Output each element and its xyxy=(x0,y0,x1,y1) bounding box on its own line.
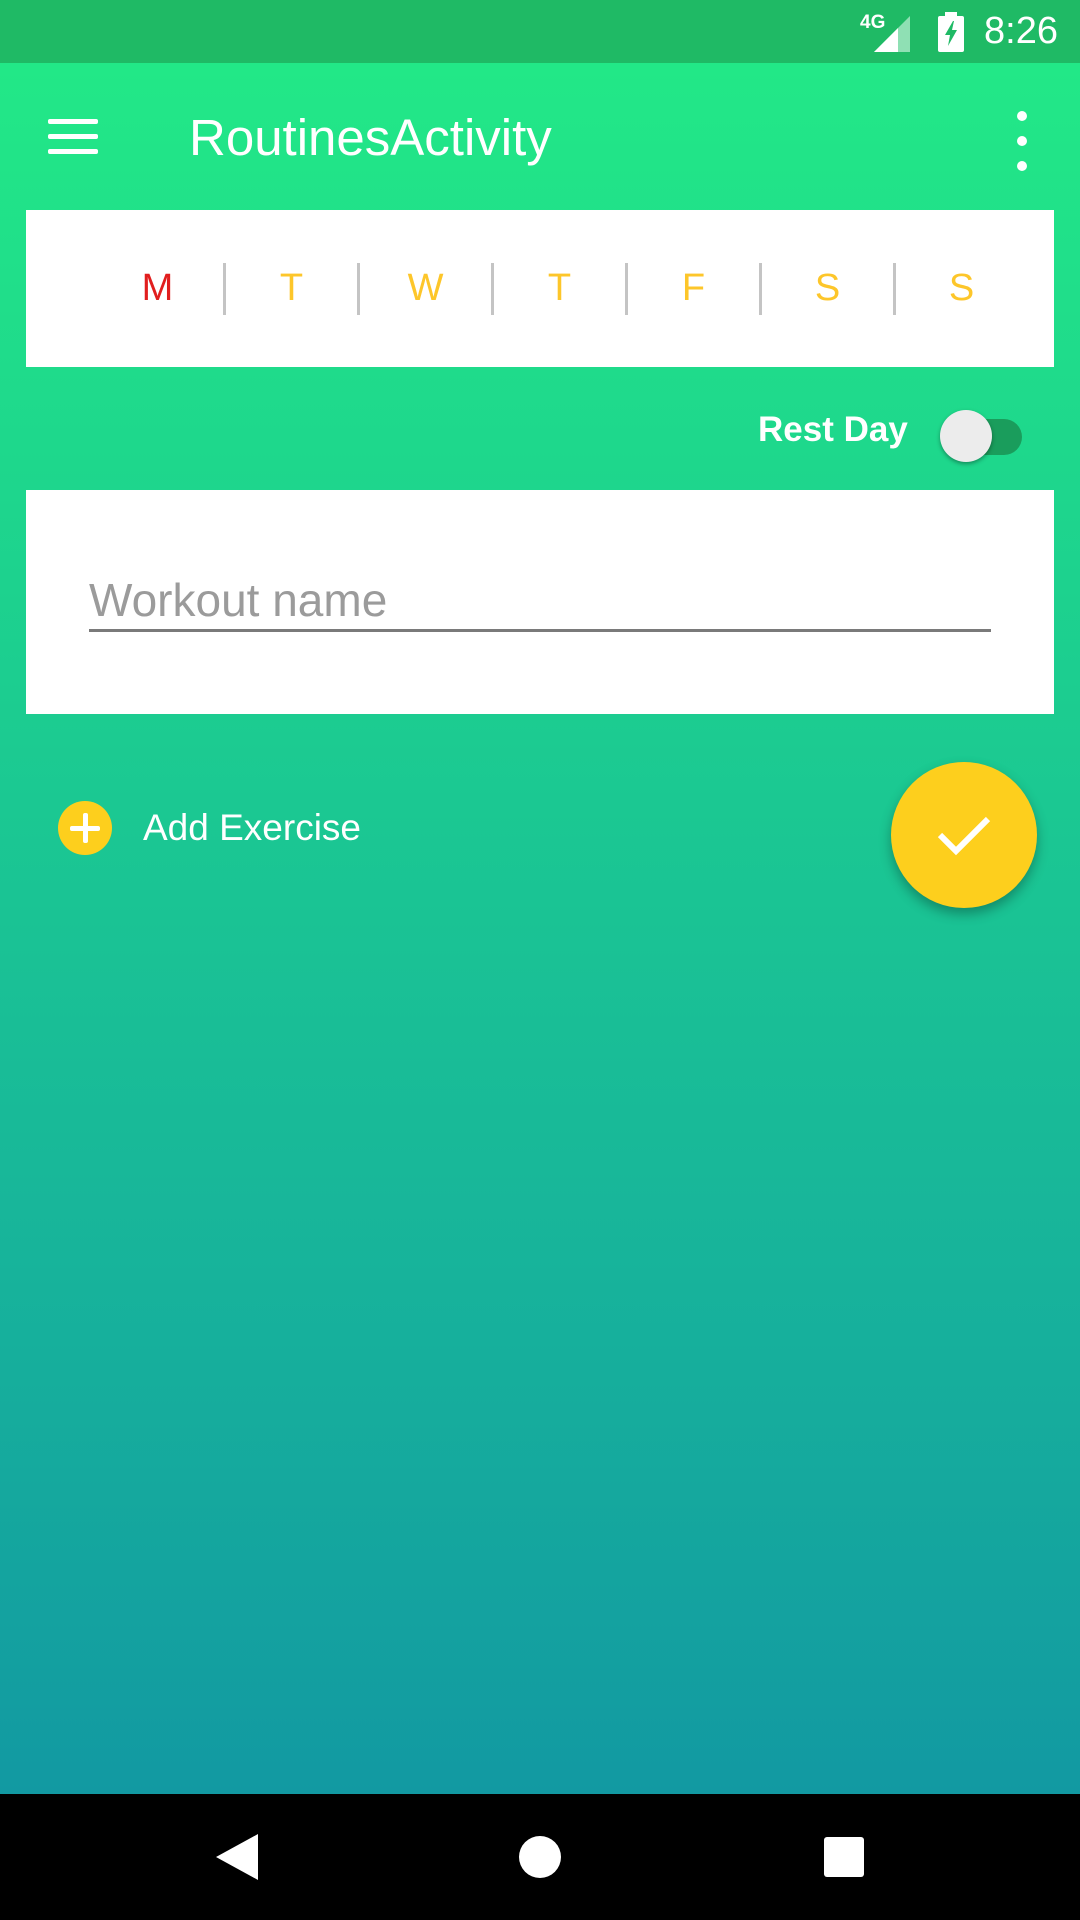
day-sunday[interactable]: S xyxy=(893,262,1027,315)
day-thursday[interactable]: T xyxy=(491,262,625,315)
workout-name-card xyxy=(26,490,1054,714)
routines-screen: RoutinesActivity M T W T F S S Rest Day … xyxy=(0,63,1080,1794)
back-triangle-icon[interactable] xyxy=(207,1827,267,1887)
day-tuesday[interactable]: T xyxy=(223,262,357,315)
day-saturday[interactable]: S xyxy=(759,262,893,315)
home-circle-icon[interactable] xyxy=(510,1827,570,1887)
recents-square-icon[interactable] xyxy=(814,1827,874,1887)
cellular-signal-icon: 4G xyxy=(860,12,911,52)
workout-name-input[interactable] xyxy=(89,570,991,632)
status-clock: 8:26 xyxy=(984,10,1058,52)
day-monday[interactable]: M xyxy=(92,263,223,315)
page-title: RoutinesActivity xyxy=(189,109,552,166)
save-fab-button[interactable] xyxy=(891,762,1037,908)
check-icon xyxy=(937,816,991,856)
battery-charging-icon xyxy=(938,11,965,52)
rest-day-toggle[interactable] xyxy=(940,410,1024,462)
add-exercise-button[interactable]: Add Exercise xyxy=(58,801,361,855)
app-bar: RoutinesActivity xyxy=(0,63,1080,210)
menu-icon[interactable] xyxy=(40,107,106,165)
toggle-thumb xyxy=(940,410,992,462)
system-nav-bar xyxy=(0,1794,1080,1920)
rest-day-label: Rest Day xyxy=(758,410,908,449)
add-exercise-label: Add Exercise xyxy=(143,807,361,848)
day-selector: M T W T F S S xyxy=(92,210,1027,367)
add-circle-icon xyxy=(58,801,112,855)
more-vert-icon[interactable] xyxy=(1004,111,1040,171)
day-wednesday[interactable]: W xyxy=(357,262,491,315)
day-selector-card: M T W T F S S xyxy=(26,210,1054,367)
day-friday[interactable]: F xyxy=(625,262,759,315)
status-bar: 4G 8:26 xyxy=(0,0,1080,63)
